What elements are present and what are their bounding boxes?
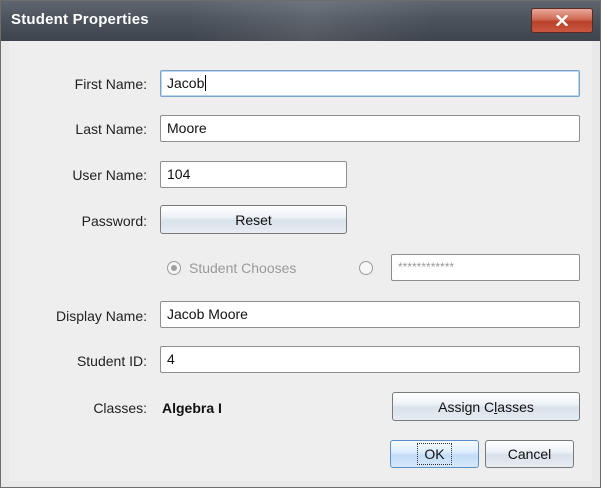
cancel-button-label: Cancel — [507, 446, 552, 462]
last-name-input[interactable]: Moore — [160, 115, 580, 142]
student-properties-dialog: Student Properties First Name: Jacob Las… — [0, 0, 601, 488]
last-name-label: Last Name: — [75, 121, 147, 137]
classes-label: Classes: — [93, 400, 147, 416]
close-button[interactable] — [531, 8, 593, 33]
title-bar-shine — [191, 1, 491, 41]
assign-classes-button[interactable]: Assign Classes — [392, 392, 580, 421]
text-caret — [205, 75, 207, 91]
password-label: Password: — [81, 213, 147, 229]
first-name-label: First Name: — [74, 76, 147, 92]
user-name-input[interactable]: 104 — [160, 161, 347, 188]
ok-button[interactable]: OK — [390, 440, 479, 468]
dialog-title: Student Properties — [11, 11, 149, 28]
title-bar[interactable]: Student Properties — [1, 1, 600, 41]
cancel-button[interactable]: Cancel — [485, 440, 574, 468]
first-name-input[interactable]: Jacob — [160, 70, 580, 97]
reset-password-label: Reset — [235, 211, 272, 228]
custom-password-radio[interactable] — [359, 261, 373, 275]
user-name-label: User Name: — [72, 167, 147, 183]
student-id-label: Student ID: — [76, 353, 147, 369]
reset-password-button[interactable]: Reset — [160, 205, 347, 234]
assign-classes-label: Assign Classes — [438, 398, 534, 415]
student-chooses-label: Student Chooses — [189, 260, 297, 276]
close-icon — [556, 15, 568, 26]
student-chooses-radio[interactable] — [167, 261, 181, 275]
radio-selected-dot — [171, 265, 177, 271]
first-name-value: Jacob — [167, 75, 205, 91]
display-name-label: Display Name: — [55, 308, 147, 324]
ok-button-label: OK — [417, 443, 452, 465]
display-name-input[interactable]: Jacob Moore — [160, 301, 580, 328]
student-id-input[interactable]: 4 — [160, 346, 580, 373]
password-input[interactable]: ************ — [391, 254, 580, 281]
classes-value: Algebra I — [162, 400, 222, 416]
